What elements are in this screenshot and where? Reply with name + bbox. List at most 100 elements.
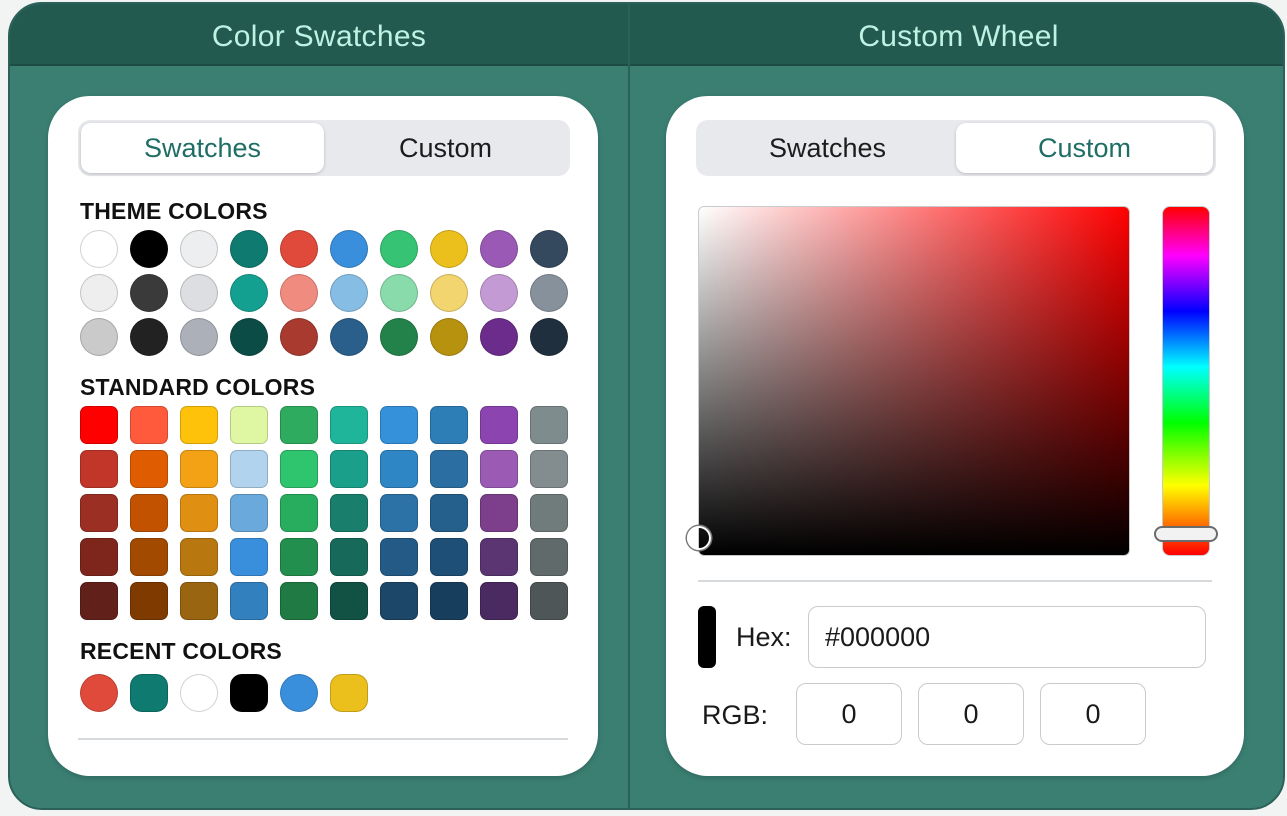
standard-color-swatch[interactable] bbox=[80, 538, 118, 576]
theme-color-swatch[interactable] bbox=[280, 274, 318, 312]
theme-color-swatch[interactable] bbox=[280, 230, 318, 268]
theme-color-swatch[interactable] bbox=[330, 274, 368, 312]
standard-color-swatch[interactable] bbox=[230, 494, 268, 532]
hex-input[interactable]: #000000 bbox=[808, 606, 1206, 668]
standard-color-swatch[interactable] bbox=[330, 406, 368, 444]
theme-color-swatch[interactable] bbox=[80, 274, 118, 312]
tab-custom[interactable]: Custom bbox=[324, 123, 567, 173]
theme-color-swatch[interactable] bbox=[130, 230, 168, 268]
standard-color-swatch[interactable] bbox=[230, 406, 268, 444]
tab-swatches[interactable]: Swatches bbox=[81, 123, 324, 173]
standard-color-swatch[interactable] bbox=[280, 406, 318, 444]
recent-color-swatch[interactable] bbox=[330, 674, 368, 712]
standard-color-swatch[interactable] bbox=[480, 582, 518, 620]
theme-color-swatch[interactable] bbox=[480, 318, 518, 356]
standard-color-swatch[interactable] bbox=[130, 538, 168, 576]
theme-color-swatch[interactable] bbox=[380, 318, 418, 356]
standard-color-swatch[interactable] bbox=[480, 406, 518, 444]
standard-color-swatch[interactable] bbox=[480, 538, 518, 576]
standard-color-swatch[interactable] bbox=[280, 450, 318, 488]
theme-color-swatch[interactable] bbox=[180, 230, 218, 268]
standard-color-swatch[interactable] bbox=[180, 538, 218, 576]
standard-color-swatch[interactable] bbox=[180, 450, 218, 488]
standard-color-swatch[interactable] bbox=[230, 538, 268, 576]
theme-color-swatch[interactable] bbox=[330, 318, 368, 356]
hue-slider[interactable] bbox=[1162, 206, 1210, 556]
theme-color-swatch[interactable] bbox=[180, 274, 218, 312]
standard-color-swatch[interactable] bbox=[280, 582, 318, 620]
theme-color-swatch[interactable] bbox=[180, 318, 218, 356]
picker-divider bbox=[698, 580, 1212, 582]
standard-color-swatch[interactable] bbox=[130, 406, 168, 444]
standard-color-swatch[interactable] bbox=[430, 582, 468, 620]
recent-color-swatch[interactable] bbox=[130, 674, 168, 712]
theme-color-swatch[interactable] bbox=[430, 230, 468, 268]
tab-swatches[interactable]: Swatches bbox=[699, 123, 956, 173]
standard-color-swatch[interactable] bbox=[430, 450, 468, 488]
standard-color-swatch[interactable] bbox=[330, 450, 368, 488]
tab-custom[interactable]: Custom bbox=[956, 123, 1213, 173]
standard-color-swatch[interactable] bbox=[330, 582, 368, 620]
standard-color-swatch[interactable] bbox=[380, 406, 418, 444]
standard-color-swatch[interactable] bbox=[80, 494, 118, 532]
standard-color-swatch[interactable] bbox=[530, 406, 568, 444]
theme-color-swatch[interactable] bbox=[530, 274, 568, 312]
theme-color-swatch[interactable] bbox=[80, 318, 118, 356]
standard-color-swatch[interactable] bbox=[530, 582, 568, 620]
standard-color-swatch[interactable] bbox=[430, 538, 468, 576]
standard-color-swatch[interactable] bbox=[280, 538, 318, 576]
standard-color-swatch[interactable] bbox=[430, 494, 468, 532]
theme-color-swatch[interactable] bbox=[230, 318, 268, 356]
standard-color-swatch[interactable] bbox=[530, 450, 568, 488]
standard-color-swatch[interactable] bbox=[380, 494, 418, 532]
recent-color-swatch[interactable] bbox=[80, 674, 118, 712]
standard-color-swatch[interactable] bbox=[480, 494, 518, 532]
standard-color-swatch[interactable] bbox=[380, 538, 418, 576]
theme-color-swatch[interactable] bbox=[230, 274, 268, 312]
theme-color-swatch[interactable] bbox=[480, 230, 518, 268]
theme-color-swatch[interactable] bbox=[380, 274, 418, 312]
theme-color-swatch[interactable] bbox=[80, 230, 118, 268]
theme-color-swatch[interactable] bbox=[130, 274, 168, 312]
standard-color-swatch[interactable] bbox=[480, 450, 518, 488]
standard-color-swatch[interactable] bbox=[80, 450, 118, 488]
standard-color-swatch[interactable] bbox=[130, 450, 168, 488]
theme-color-swatch[interactable] bbox=[330, 230, 368, 268]
standard-color-swatch[interactable] bbox=[530, 538, 568, 576]
theme-color-swatch[interactable] bbox=[130, 318, 168, 356]
standard-color-swatch[interactable] bbox=[380, 582, 418, 620]
standard-color-swatch[interactable] bbox=[330, 538, 368, 576]
standard-color-swatch[interactable] bbox=[230, 582, 268, 620]
theme-color-swatch[interactable] bbox=[430, 318, 468, 356]
theme-color-swatch[interactable] bbox=[380, 230, 418, 268]
recent-color-swatch[interactable] bbox=[230, 674, 268, 712]
standard-color-swatch[interactable] bbox=[330, 494, 368, 532]
hue-slider-handle[interactable] bbox=[1154, 526, 1218, 542]
standard-color-swatch[interactable] bbox=[180, 582, 218, 620]
standard-color-swatch[interactable] bbox=[180, 406, 218, 444]
blue-input[interactable]: 0 bbox=[1040, 683, 1146, 745]
standard-color-swatch[interactable] bbox=[380, 450, 418, 488]
standard-color-swatch[interactable] bbox=[80, 406, 118, 444]
standard-color-swatch[interactable] bbox=[280, 494, 318, 532]
theme-color-swatch[interactable] bbox=[480, 274, 518, 312]
standard-color-swatch[interactable] bbox=[530, 494, 568, 532]
recent-color-swatch[interactable] bbox=[180, 674, 218, 712]
standard-color-swatch[interactable] bbox=[230, 450, 268, 488]
saturation-value-handle[interactable] bbox=[687, 526, 711, 550]
standard-color-swatch[interactable] bbox=[130, 582, 168, 620]
standard-color-swatch[interactable] bbox=[180, 494, 218, 532]
app-frame: Color Swatches Custom Wheel Swatches Cus… bbox=[8, 2, 1285, 810]
saturation-value-area[interactable] bbox=[698, 206, 1130, 556]
theme-color-swatch[interactable] bbox=[530, 318, 568, 356]
recent-color-swatch[interactable] bbox=[280, 674, 318, 712]
red-input[interactable]: 0 bbox=[796, 683, 902, 745]
green-input[interactable]: 0 bbox=[918, 683, 1024, 745]
theme-color-swatch[interactable] bbox=[230, 230, 268, 268]
standard-color-swatch[interactable] bbox=[430, 406, 468, 444]
theme-color-swatch[interactable] bbox=[530, 230, 568, 268]
theme-color-swatch[interactable] bbox=[430, 274, 468, 312]
theme-color-swatch[interactable] bbox=[280, 318, 318, 356]
standard-color-swatch[interactable] bbox=[80, 582, 118, 620]
standard-color-swatch[interactable] bbox=[130, 494, 168, 532]
